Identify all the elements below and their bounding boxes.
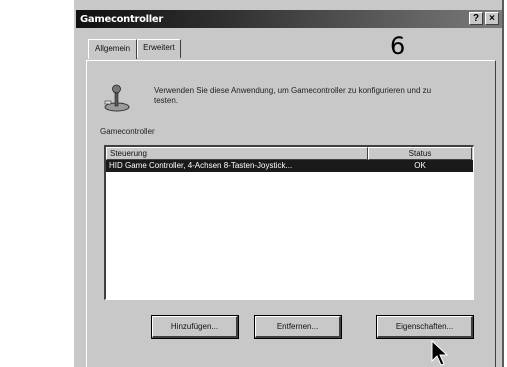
add-button[interactable]: Hinzufügen... bbox=[151, 315, 239, 339]
group-label: Gamecontroller bbox=[100, 127, 155, 136]
remove-button[interactable]: Entfernen... bbox=[254, 315, 342, 339]
tab-strip: Allgemein Erweitert bbox=[88, 38, 181, 59]
game-controllers-dialog: Gamecontroller ? × Allgemein Erweitert V… bbox=[72, 0, 504, 367]
tab-erweitert[interactable]: Erweitert bbox=[137, 39, 181, 58]
joystick-icon bbox=[104, 84, 130, 112]
step-number: 6 bbox=[390, 32, 406, 60]
window-title: Gamecontroller bbox=[80, 13, 164, 25]
description-text: Verwenden Sie diese Anwendung, um Gameco… bbox=[154, 86, 432, 105]
controller-list[interactable]: Steuerung Status HID Game Controller, 4-… bbox=[104, 145, 474, 300]
column-header-status[interactable]: Status bbox=[368, 147, 472, 160]
mouse-cursor-icon bbox=[431, 340, 449, 366]
list-item[interactable]: HID Game Controller, 4-Achsen 8-Tasten-J… bbox=[106, 160, 473, 172]
controller-status: OK bbox=[414, 161, 426, 170]
list-header: Steuerung Status bbox=[106, 147, 473, 160]
tab-allgemein[interactable]: Allgemein bbox=[88, 39, 138, 59]
close-button[interactable]: × bbox=[485, 12, 499, 25]
column-header-steuerung[interactable]: Steuerung bbox=[106, 147, 368, 160]
controller-name: HID Game Controller, 4-Achsen 8-Tasten-J… bbox=[109, 161, 293, 170]
title-bar[interactable]: Gamecontroller ? × bbox=[76, 10, 502, 28]
properties-button[interactable]: Eigenschaften... bbox=[376, 315, 474, 339]
help-button[interactable]: ? bbox=[469, 12, 483, 25]
title-buttons: ? × bbox=[469, 12, 499, 25]
